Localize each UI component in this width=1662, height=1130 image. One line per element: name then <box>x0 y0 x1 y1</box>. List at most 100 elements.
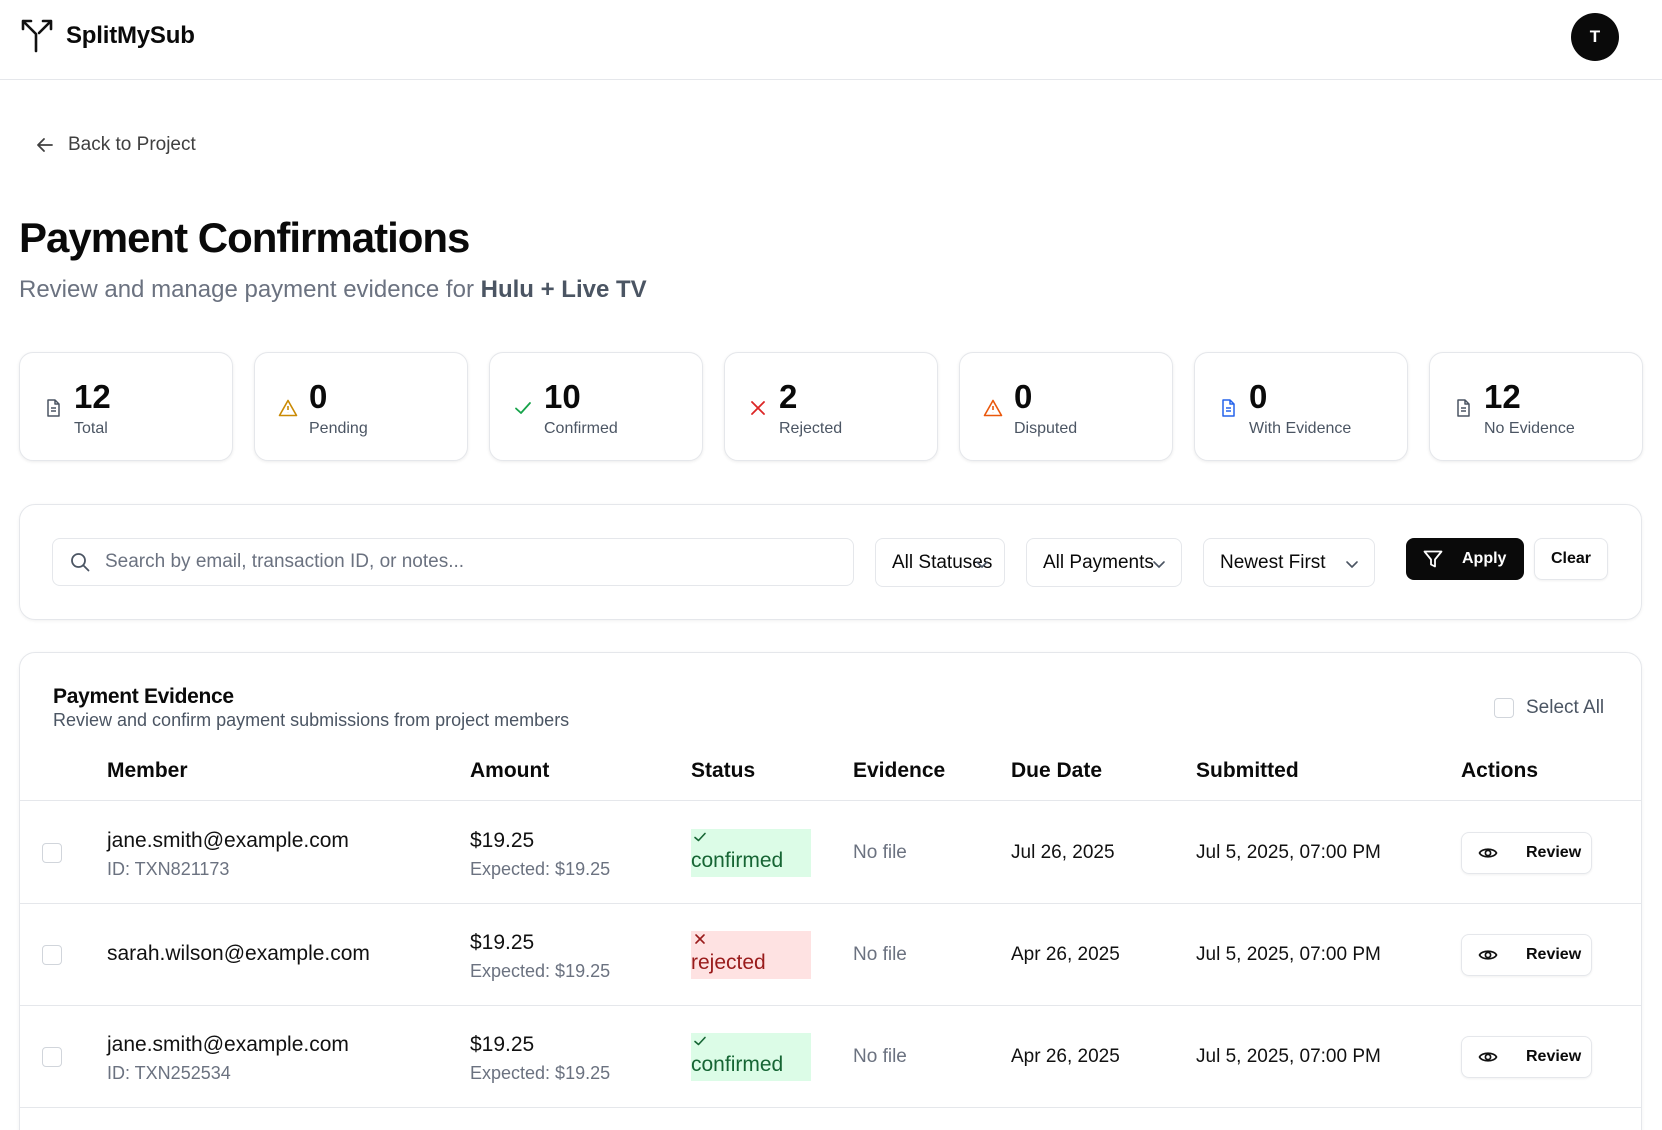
stat-value: 12 <box>74 378 111 415</box>
stat-card-rejected: 2 Rejected <box>724 352 938 461</box>
x-icon <box>695 934 705 944</box>
column-header-due-date: Due Date <box>1011 759 1103 782</box>
stat-label: With Evidence <box>1249 420 1352 437</box>
review-label: Review <box>1526 1048 1582 1065</box>
amount-cell: $19.25 Expected: $19.25 <box>470 829 610 880</box>
chevron-down-icon <box>1346 561 1358 568</box>
column-header-submitted: Submitted <box>1196 759 1299 782</box>
amount-value: $19.25 <box>470 931 535 954</box>
chevron-down-icon <box>1153 561 1165 568</box>
row-checkbox[interactable] <box>42 945 62 965</box>
subtitle-text: Review and manage payment evidence for <box>19 276 481 303</box>
status-filter-select[interactable]: All Statuses <box>875 538 1005 587</box>
member-cell: jane.smith@example.com ID: TXN252534 <box>107 1033 349 1084</box>
due-date: Apr 26, 2025 <box>1011 944 1120 965</box>
review-button[interactable]: Review <box>1461 934 1592 976</box>
sort-select[interactable]: Newest First <box>1203 538 1375 587</box>
amount-cell: $19.25 Expected: $19.25 <box>470 931 610 982</box>
search-icon <box>71 553 90 572</box>
project-name: Hulu + Live TV <box>480 276 647 303</box>
apply-button[interactable]: Apply <box>1406 538 1524 580</box>
row-checkbox[interactable] <box>42 843 62 863</box>
chevron-down-icon <box>976 561 988 568</box>
member-cell: jane.smith@example.com ID: TXN821173 <box>107 829 349 880</box>
stat-value: 10 <box>544 378 581 415</box>
stat-value: 0 <box>1249 378 1268 415</box>
review-button[interactable]: Review <box>1461 832 1592 874</box>
review-button[interactable]: Review <box>1461 1036 1592 1078</box>
eye-icon <box>1478 848 1498 858</box>
app-logo[interactable]: SplitMySub <box>20 18 195 54</box>
select-all-toggle[interactable]: Select All <box>1494 697 1604 719</box>
amount-value: $19.25 <box>470 1033 535 1056</box>
arrow-left-icon <box>37 138 53 152</box>
stat-card-total: 12 Total <box>19 352 233 461</box>
status-badge: confirmed <box>691 829 811 877</box>
search-input[interactable] <box>105 551 825 573</box>
transaction-id: ID: TXN252534 <box>107 1063 231 1083</box>
evidence-value: No file <box>853 944 907 965</box>
stat-label: Pending <box>309 420 368 437</box>
status-text: confirmed <box>691 849 784 872</box>
filter-icon <box>1423 550 1443 568</box>
submitted-date: Jul 5, 2025, 07:00 PM <box>1196 1046 1381 1067</box>
column-header-evidence: Evidence <box>853 759 946 782</box>
row-checkbox[interactable] <box>42 1047 62 1067</box>
member-email: sarah.wilson@example.com <box>107 942 370 965</box>
check-icon <box>512 397 534 419</box>
table-row: jane.smith@example.com ID: TXN252534 $19… <box>20 1006 1641 1108</box>
user-avatar[interactable]: T <box>1571 13 1619 61</box>
table-row: jane.smith@example.com ID: TXN821173 $19… <box>20 802 1641 904</box>
back-label: Back to Project <box>68 134 196 155</box>
payment-filter-select[interactable]: All Payments <box>1026 538 1182 587</box>
amount-value: $19.25 <box>470 829 535 852</box>
alert-triangle-icon <box>277 397 299 419</box>
column-header-amount: Amount <box>470 759 550 782</box>
submitted-date: Jul 5, 2025, 07:00 PM <box>1196 944 1381 965</box>
status-badge: confirmed <box>691 1033 811 1081</box>
page-title: Payment Confirmations <box>19 214 470 261</box>
stat-value: 0 <box>309 378 328 415</box>
member-email: jane.smith@example.com <box>107 1033 349 1056</box>
due-date: Apr 26, 2025 <box>1011 1046 1120 1067</box>
stat-card-no-evidence: 12 No Evidence <box>1429 352 1643 461</box>
stat-card-confirmed: 10 Confirmed <box>489 352 703 461</box>
apply-label: Apply <box>1462 550 1507 567</box>
sort-value: Newest First <box>1220 551 1326 573</box>
member-email: jane.smith@example.com <box>107 829 349 852</box>
select-all-label: Select All <box>1526 697 1605 718</box>
amount-cell: $19.25 Expected: $19.25 <box>470 1033 610 1084</box>
eye-icon <box>1478 1052 1498 1062</box>
review-label: Review <box>1526 946 1582 963</box>
transaction-id: ID: TXN821173 <box>107 859 230 879</box>
stat-label: Rejected <box>779 420 843 437</box>
stat-value: 0 <box>1014 378 1033 415</box>
eye-icon <box>1478 950 1498 960</box>
stat-card-pending: 0 Pending <box>254 352 468 461</box>
split-icon <box>21 19 53 53</box>
select-all-checkbox[interactable] <box>1494 698 1514 718</box>
check-icon <box>694 832 706 842</box>
stat-label: Total <box>74 420 108 437</box>
status-badge: rejected <box>691 931 811 979</box>
stats-row: 12 Total 0 Pending 10 Confirmed 2 Reject… <box>19 352 1643 461</box>
expected-amount: Expected: $19.25 <box>470 859 611 879</box>
clear-button[interactable]: Clear <box>1534 538 1608 580</box>
check-icon <box>694 1036 706 1046</box>
x-icon <box>747 397 769 419</box>
expected-amount: Expected: $19.25 <box>470 961 611 981</box>
stat-card-disputed: 0 Disputed <box>959 352 1173 461</box>
payment-filter-value: All Payments <box>1043 551 1154 573</box>
filter-bar: All Statuses All Payments Newest First A… <box>19 504 1642 620</box>
evidence-value: No file <box>853 1046 907 1067</box>
status-text: rejected <box>691 951 766 974</box>
table-header: Member Amount Status Evidence Due Date S… <box>20 739 1641 801</box>
member-cell: sarah.wilson@example.com <box>107 942 370 966</box>
column-header-status: Status <box>691 759 756 782</box>
file-text-icon <box>1217 397 1239 419</box>
app-name: SplitMySub <box>66 22 195 49</box>
panel-description: Review and confirm payment submissions f… <box>53 710 570 730</box>
back-to-project-link[interactable]: Back to Project <box>36 134 196 156</box>
page-subtitle: Review and manage payment evidence for H… <box>19 276 647 304</box>
search-box[interactable] <box>52 538 854 586</box>
